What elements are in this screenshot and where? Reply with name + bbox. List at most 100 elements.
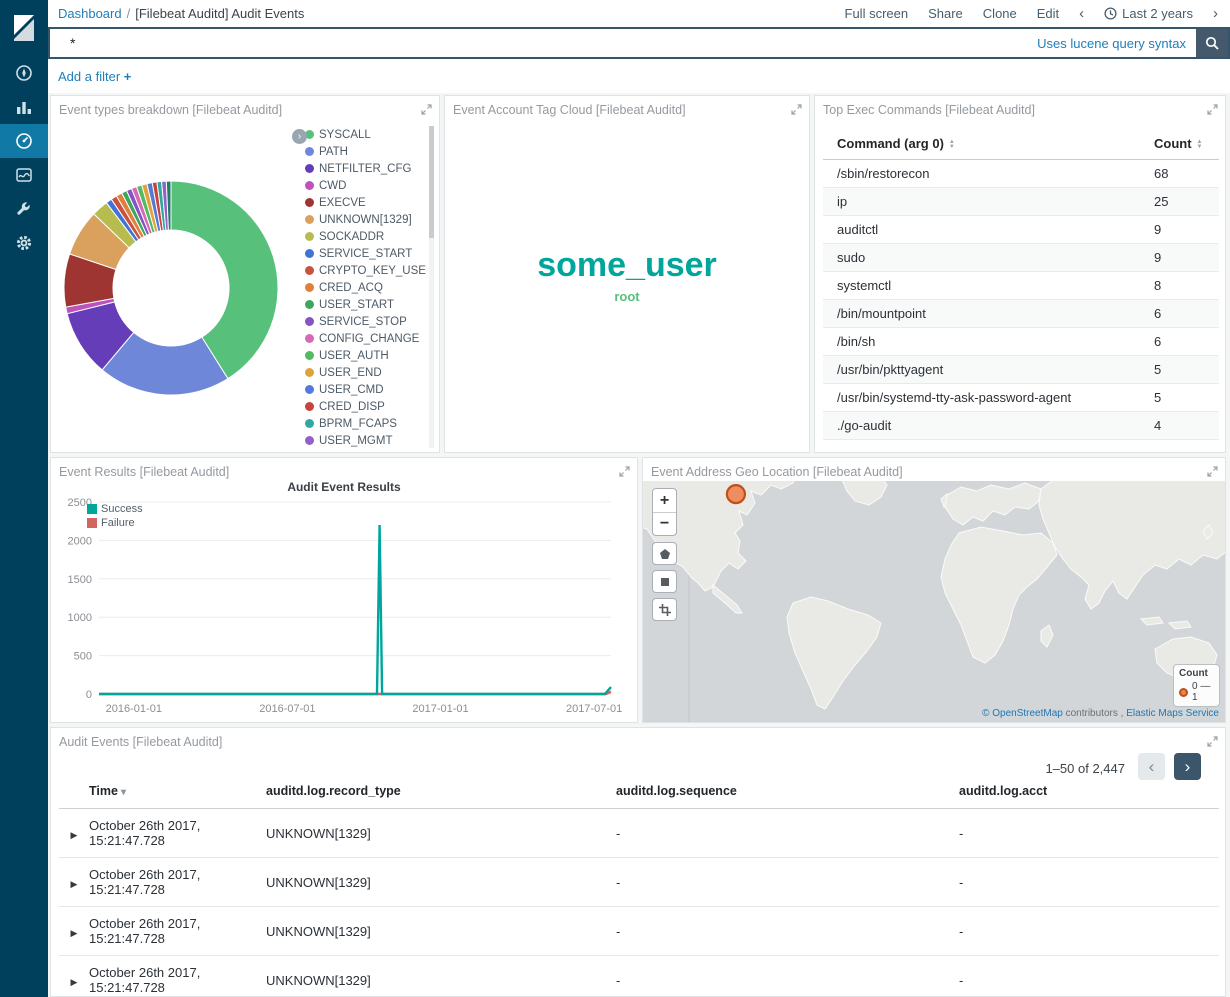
legend-label: EXECVE bbox=[319, 197, 366, 209]
tag-root[interactable]: root bbox=[614, 290, 639, 303]
column-header-record-type[interactable]: auditd.log.record_type bbox=[266, 776, 616, 809]
legend-item[interactable]: CRED_DISP bbox=[305, 398, 427, 415]
exec-table-row[interactable]: /usr/bin/pkttyagent5 bbox=[823, 356, 1219, 384]
breadcrumb-dashboard[interactable]: Dashboard bbox=[58, 6, 122, 21]
legend-item[interactable]: USER_CMD bbox=[305, 381, 427, 398]
scrollbar-thumb[interactable] bbox=[429, 126, 434, 238]
zoom-in-button[interactable]: + bbox=[653, 489, 676, 512]
exec-command-cell: ./go-audit bbox=[823, 412, 1140, 440]
panel-geo-location: Event Address Geo Location [Filebeat Aud… bbox=[642, 457, 1226, 723]
sidebar-item-timelion[interactable] bbox=[0, 158, 48, 192]
share-button[interactable]: Share bbox=[928, 6, 963, 21]
exec-table-row[interactable]: /sbin/restorecon68 bbox=[823, 160, 1219, 188]
expand-panel-icon[interactable] bbox=[421, 103, 432, 118]
legend-scrollbar[interactable] bbox=[429, 126, 434, 448]
legend-item-success[interactable]: Success bbox=[87, 502, 143, 516]
time-range-label: Last 2 years bbox=[1122, 6, 1193, 21]
expand-row-icon[interactable]: ▶ bbox=[71, 977, 78, 987]
legend-item[interactable]: EXECVE bbox=[305, 194, 427, 211]
expand-panel-icon[interactable] bbox=[619, 465, 630, 480]
map-zoom-controls: + − bbox=[652, 488, 677, 536]
exec-table-row[interactable]: systemctl8 bbox=[823, 272, 1219, 300]
elastic-maps-link[interactable]: Elastic Maps Service bbox=[1126, 708, 1219, 719]
expand-panel-icon[interactable] bbox=[1207, 735, 1218, 750]
legend-item[interactable]: CRYPTO_KEY_USER bbox=[305, 262, 427, 279]
column-header-acct[interactable]: auditd.log.acct bbox=[959, 776, 1219, 809]
time-picker[interactable]: Last 2 years bbox=[1104, 6, 1193, 21]
sidebar-item-discover[interactable] bbox=[0, 56, 48, 90]
legend-item[interactable]: CONFIG_CHANGE bbox=[305, 330, 427, 347]
column-header-sequence[interactable]: auditd.log.sequence bbox=[616, 776, 959, 809]
full-screen-button[interactable]: Full screen bbox=[845, 6, 909, 21]
legend-item-failure[interactable]: Failure bbox=[87, 516, 143, 530]
exec-table-row[interactable]: /bin/sh6 bbox=[823, 328, 1219, 356]
search-input[interactable] bbox=[50, 29, 1037, 57]
legend-item[interactable]: SOCKADDR bbox=[305, 228, 427, 245]
legend-item[interactable]: BPRM_FCAPS bbox=[305, 415, 427, 432]
time-cell: October 26th 2017, 15:21:47.728 bbox=[89, 956, 266, 997]
bar-chart-icon bbox=[15, 98, 33, 116]
zoom-out-button[interactable]: − bbox=[653, 512, 676, 535]
exec-command-cell: systemctl bbox=[823, 272, 1140, 300]
legend-label: CRED_DISP bbox=[319, 401, 385, 413]
legend-item[interactable]: UNKNOWN[1329] bbox=[305, 211, 427, 228]
sidebar-item-dashboard[interactable] bbox=[0, 124, 48, 158]
legend-item[interactable]: USER_END bbox=[305, 364, 427, 381]
add-filter-button[interactable]: Add a filter + bbox=[58, 69, 131, 84]
sidebar-item-management[interactable] bbox=[0, 226, 48, 260]
legend-item[interactable]: SERVICE_START bbox=[305, 245, 427, 262]
audit-table-row[interactable]: ▶October 26th 2017, 15:21:47.728UNKNOWN[… bbox=[59, 907, 1219, 956]
lucene-syntax-link[interactable]: Uses lucene query syntax bbox=[1037, 36, 1186, 51]
legend-item[interactable]: PATH bbox=[305, 143, 427, 160]
legend-item[interactable]: USER_START bbox=[305, 296, 427, 313]
kibana-logo[interactable] bbox=[0, 0, 48, 56]
edit-button[interactable]: Edit bbox=[1037, 6, 1059, 21]
exec-table-row[interactable]: /bin/mountpoint6 bbox=[823, 300, 1219, 328]
tag-some_user[interactable]: some_user bbox=[537, 248, 717, 282]
draw-rectangle-button[interactable] bbox=[652, 570, 677, 593]
draw-polygon-button[interactable] bbox=[652, 542, 677, 565]
legend-item[interactable]: CWD bbox=[305, 177, 427, 194]
legend-item[interactable]: USER_MGMT bbox=[305, 432, 427, 449]
exec-table-row[interactable]: auditctl9 bbox=[823, 216, 1219, 244]
legend-item[interactable]: USER_AUTH bbox=[305, 347, 427, 364]
expand-panel-icon[interactable] bbox=[1207, 465, 1218, 480]
osm-attribution-link[interactable]: © OpenStreetMap bbox=[982, 708, 1063, 719]
expand-panel-icon[interactable] bbox=[791, 103, 802, 118]
sidebar-item-visualize[interactable] bbox=[0, 90, 48, 124]
sidebar-item-dev-tools[interactable] bbox=[0, 192, 48, 226]
geo-marker[interactable] bbox=[727, 485, 745, 503]
exec-table-row[interactable]: sudo9 bbox=[823, 244, 1219, 272]
column-header-count[interactable]: Count▲▼ bbox=[1140, 128, 1219, 160]
time-cell: October 26th 2017, 15:21:47.728 bbox=[89, 809, 266, 858]
expand-row-icon[interactable]: ▶ bbox=[71, 830, 78, 840]
exec-table-row[interactable]: /usr/bin/systemd-tty-ask-password-agent5 bbox=[823, 384, 1219, 412]
exec-table-row[interactable]: ip25 bbox=[823, 188, 1219, 216]
legend-toggle-icon[interactable]: › bbox=[292, 129, 307, 144]
plus-icon: + bbox=[124, 69, 132, 84]
legend-label: Failure bbox=[101, 517, 135, 529]
audit-table-row[interactable]: ▶October 26th 2017, 15:21:47.728UNKNOWN[… bbox=[59, 809, 1219, 858]
legend-item[interactable]: NETFILTER_CFG bbox=[305, 160, 427, 177]
expand-row-icon[interactable]: ▶ bbox=[71, 879, 78, 889]
exec-table-row[interactable]: ./go-audit4 bbox=[823, 412, 1219, 440]
legend-item[interactable]: CRYPTO_SESSION bbox=[305, 449, 427, 452]
crop-bounds-button[interactable] bbox=[652, 598, 677, 621]
legend-item[interactable]: SYSCALL bbox=[305, 126, 427, 143]
legend-item[interactable]: SERVICE_STOP bbox=[305, 313, 427, 330]
expand-panel-icon[interactable] bbox=[1207, 103, 1218, 118]
clone-button[interactable]: Clone bbox=[983, 6, 1017, 21]
world-map[interactable] bbox=[643, 481, 1225, 722]
time-forward-button[interactable]: › bbox=[1213, 6, 1218, 21]
audit-table-row[interactable]: ▶October 26th 2017, 15:21:47.728UNKNOWN[… bbox=[59, 956, 1219, 997]
legend-item[interactable]: CRED_ACQ bbox=[305, 279, 427, 296]
audit-table-row[interactable]: ▶October 26th 2017, 15:21:47.728UNKNOWN[… bbox=[59, 858, 1219, 907]
column-header-time[interactable]: Time▾ bbox=[89, 776, 266, 809]
column-header-command[interactable]: Command (arg 0)▲▼ bbox=[823, 128, 1140, 160]
exec-command-cell: /usr/bin/pkttyagent bbox=[823, 356, 1140, 384]
y-tick-label: 500 bbox=[74, 651, 92, 663]
time-back-button[interactable]: ‹ bbox=[1079, 6, 1084, 21]
search-button[interactable] bbox=[1196, 29, 1228, 57]
exec-count-cell: 5 bbox=[1140, 384, 1219, 412]
expand-row-icon[interactable]: ▶ bbox=[71, 928, 78, 938]
